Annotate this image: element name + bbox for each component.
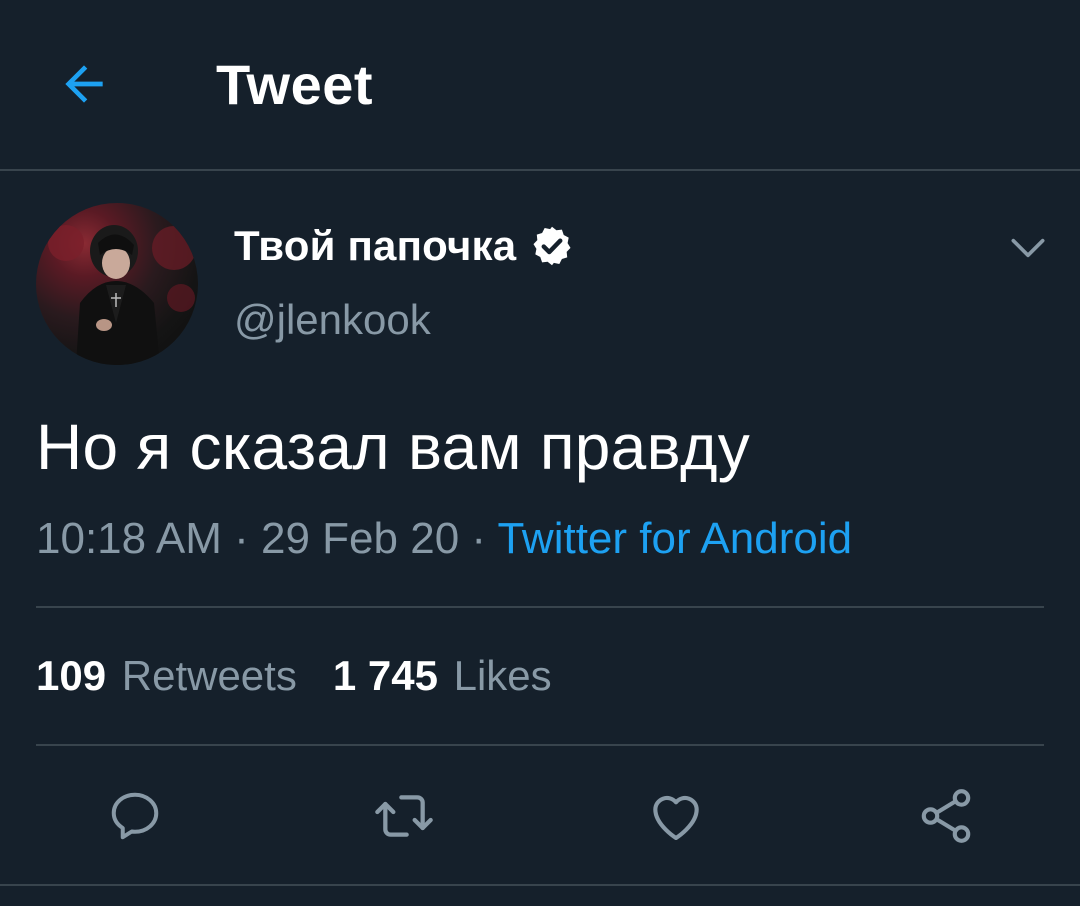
likes-count: 1 745 xyxy=(332,652,438,699)
tweet-text: Но я сказал вам правду xyxy=(36,411,751,483)
more-options-button[interactable] xyxy=(1006,226,1050,270)
share-icon xyxy=(921,789,971,843)
divider xyxy=(0,884,1080,886)
divider xyxy=(36,606,1044,608)
retweet-button[interactable] xyxy=(372,784,436,848)
top-app-bar: Tweet xyxy=(0,0,1080,171)
share-button[interactable] xyxy=(914,784,978,848)
engagement-stats: 109 Retweets 1 745 Likes xyxy=(36,652,552,700)
author-name-row[interactable]: Твой папочка xyxy=(234,222,574,270)
back-button[interactable] xyxy=(54,54,114,114)
meta-separator: · xyxy=(459,514,498,563)
likes-stat[interactable]: 1 745 Likes xyxy=(333,652,552,699)
tweet-date: 29 Feb 20 xyxy=(261,514,460,563)
page-title: Tweet xyxy=(216,53,374,116)
tweet-time: 10:18 AM xyxy=(36,514,222,563)
author-handle[interactable]: @jlenkook xyxy=(234,296,431,344)
like-button[interactable] xyxy=(644,784,708,848)
arrow-left-icon xyxy=(65,65,103,103)
tweet-source-link[interactable]: Twitter for Android xyxy=(497,514,852,563)
tweet-metadata: 10:18 AM · 29 Feb 20 · Twitter for Andro… xyxy=(36,514,852,564)
reply-button[interactable] xyxy=(103,784,167,848)
heart-icon xyxy=(653,795,699,841)
meta-separator: · xyxy=(221,514,262,563)
retweet-icon xyxy=(375,795,433,837)
retweets-label: Retweets xyxy=(121,652,297,699)
avatar-image xyxy=(48,225,196,365)
author-display-name: Твой папочка xyxy=(234,222,517,269)
likes-label: Likes xyxy=(453,652,552,699)
retweets-count: 109 xyxy=(36,652,107,699)
divider xyxy=(36,744,1044,746)
reply-icon xyxy=(111,792,159,840)
avatar[interactable] xyxy=(36,203,198,365)
verified-badge-icon xyxy=(533,226,571,266)
retweets-stat[interactable]: 109 Retweets xyxy=(36,652,297,699)
chevron-down-icon xyxy=(1011,238,1045,258)
